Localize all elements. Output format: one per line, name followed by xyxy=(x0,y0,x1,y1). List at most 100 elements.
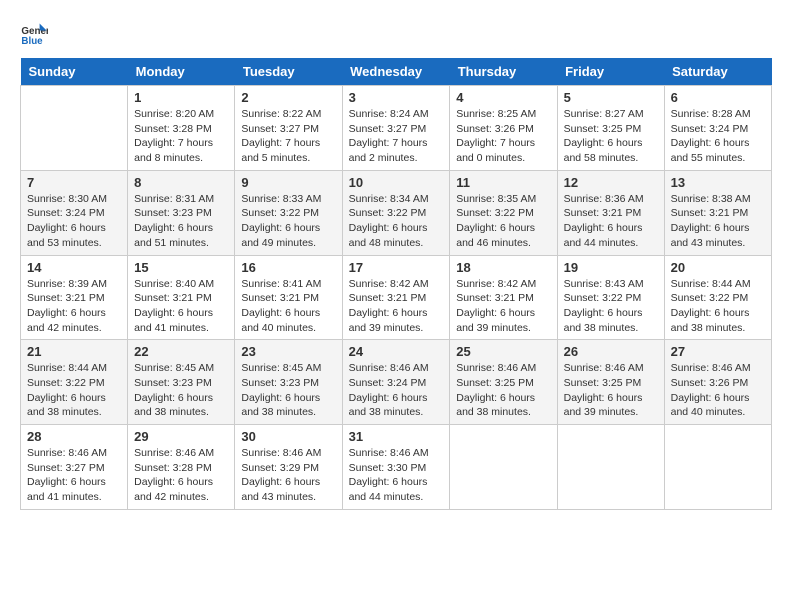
column-header-tuesday: Tuesday xyxy=(235,58,342,86)
day-info: Sunrise: 8:46 AMSunset: 3:25 PMDaylight:… xyxy=(456,361,550,420)
day-number: 12 xyxy=(564,175,658,190)
column-header-saturday: Saturday xyxy=(664,58,771,86)
day-info: Sunrise: 8:42 AMSunset: 3:21 PMDaylight:… xyxy=(349,277,444,336)
day-number: 25 xyxy=(456,344,550,359)
day-number: 6 xyxy=(671,90,765,105)
day-info: Sunrise: 8:25 AMSunset: 3:26 PMDaylight:… xyxy=(456,107,550,166)
day-info: Sunrise: 8:27 AMSunset: 3:25 PMDaylight:… xyxy=(564,107,658,166)
column-header-monday: Monday xyxy=(128,58,235,86)
day-info: Sunrise: 8:46 AMSunset: 3:27 PMDaylight:… xyxy=(27,446,121,505)
calendar-cell: 18 Sunrise: 8:42 AMSunset: 3:21 PMDayligh… xyxy=(450,255,557,340)
day-info: Sunrise: 8:44 AMSunset: 3:22 PMDaylight:… xyxy=(27,361,121,420)
day-number: 22 xyxy=(134,344,228,359)
day-number: 3 xyxy=(349,90,444,105)
calendar-cell: 16 Sunrise: 8:41 AMSunset: 3:21 PMDayligh… xyxy=(235,255,342,340)
day-info: Sunrise: 8:46 AMSunset: 3:30 PMDaylight:… xyxy=(349,446,444,505)
day-info: Sunrise: 8:24 AMSunset: 3:27 PMDaylight:… xyxy=(349,107,444,166)
calendar-cell: 15 Sunrise: 8:40 AMSunset: 3:21 PMDayligh… xyxy=(128,255,235,340)
column-header-wednesday: Wednesday xyxy=(342,58,450,86)
calendar-cell: 27 Sunrise: 8:46 AMSunset: 3:26 PMDayligh… xyxy=(664,340,771,425)
day-number: 20 xyxy=(671,260,765,275)
day-number: 18 xyxy=(456,260,550,275)
day-info: Sunrise: 8:36 AMSunset: 3:21 PMDaylight:… xyxy=(564,192,658,251)
day-number: 11 xyxy=(456,175,550,190)
calendar-cell: 3 Sunrise: 8:24 AMSunset: 3:27 PMDaylight… xyxy=(342,86,450,171)
day-number: 21 xyxy=(27,344,121,359)
calendar-cell: 28Sunrise: 8:46 AMSunset: 3:27 PMDayligh… xyxy=(21,425,128,510)
day-number: 4 xyxy=(456,90,550,105)
calendar-cell: 2 Sunrise: 8:22 AMSunset: 3:27 PMDaylight… xyxy=(235,86,342,171)
day-info: Sunrise: 8:42 AMSunset: 3:21 PMDaylight:… xyxy=(456,277,550,336)
calendar-cell: 8 Sunrise: 8:31 AMSunset: 3:23 PMDaylight… xyxy=(128,170,235,255)
day-info: Sunrise: 8:33 AMSunset: 3:22 PMDaylight:… xyxy=(241,192,335,251)
calendar-cell: 30Sunrise: 8:46 AMSunset: 3:29 PMDayligh… xyxy=(235,425,342,510)
day-number: 13 xyxy=(671,175,765,190)
calendar-cell: 10 Sunrise: 8:34 AMSunset: 3:22 PMDayligh… xyxy=(342,170,450,255)
column-header-sunday: Sunday xyxy=(21,58,128,86)
calendar-cell: 19Sunrise: 8:43 AMSunset: 3:22 PMDayligh… xyxy=(557,255,664,340)
calendar-cell xyxy=(664,425,771,510)
day-info: Sunrise: 8:46 AMSunset: 3:28 PMDaylight:… xyxy=(134,446,228,505)
day-number: 24 xyxy=(349,344,444,359)
day-info: Sunrise: 8:34 AMSunset: 3:22 PMDaylight:… xyxy=(349,192,444,251)
day-info: Sunrise: 8:46 AMSunset: 3:26 PMDaylight:… xyxy=(671,361,765,420)
calendar-cell: 25 Sunrise: 8:46 AMSunset: 3:25 PMDayligh… xyxy=(450,340,557,425)
day-number: 7 xyxy=(27,175,121,190)
day-number: 2 xyxy=(241,90,335,105)
day-number: 9 xyxy=(241,175,335,190)
week-row-1: 1 Sunrise: 8:20 AMSunset: 3:28 PMDaylight… xyxy=(21,86,772,171)
calendar-cell: 23 Sunrise: 8:45 AMSunset: 3:23 PMDayligh… xyxy=(235,340,342,425)
day-number: 14 xyxy=(27,260,121,275)
day-info: Sunrise: 8:22 AMSunset: 3:27 PMDaylight:… xyxy=(241,107,335,166)
day-info: Sunrise: 8:45 AMSunset: 3:23 PMDaylight:… xyxy=(241,361,335,420)
day-info: Sunrise: 8:31 AMSunset: 3:23 PMDaylight:… xyxy=(134,192,228,251)
calendar-cell: 22Sunrise: 8:45 AMSunset: 3:23 PMDayligh… xyxy=(128,340,235,425)
week-row-2: 7Sunrise: 8:30 AMSunset: 3:24 PMDaylight… xyxy=(21,170,772,255)
day-number: 16 xyxy=(241,260,335,275)
day-info: Sunrise: 8:20 AMSunset: 3:28 PMDaylight:… xyxy=(134,107,228,166)
logo: General Blue xyxy=(20,20,52,48)
day-number: 8 xyxy=(134,175,228,190)
day-info: Sunrise: 8:40 AMSunset: 3:21 PMDaylight:… xyxy=(134,277,228,336)
day-number: 10 xyxy=(349,175,444,190)
day-info: Sunrise: 8:28 AMSunset: 3:24 PMDaylight:… xyxy=(671,107,765,166)
calendar-cell: 13Sunrise: 8:38 AMSunset: 3:21 PMDayligh… xyxy=(664,170,771,255)
week-row-3: 14 Sunrise: 8:39 AMSunset: 3:21 PMDayligh… xyxy=(21,255,772,340)
calendar-cell: 17 Sunrise: 8:42 AMSunset: 3:21 PMDayligh… xyxy=(342,255,450,340)
calendar-cell: 14 Sunrise: 8:39 AMSunset: 3:21 PMDayligh… xyxy=(21,255,128,340)
calendar-cell: 29 Sunrise: 8:46 AMSunset: 3:28 PMDayligh… xyxy=(128,425,235,510)
day-info: Sunrise: 8:44 AMSunset: 3:22 PMDaylight:… xyxy=(671,277,765,336)
calendar-cell: 31 Sunrise: 8:46 AMSunset: 3:30 PMDayligh… xyxy=(342,425,450,510)
calendar-cell: 1 Sunrise: 8:20 AMSunset: 3:28 PMDaylight… xyxy=(128,86,235,171)
day-number: 15 xyxy=(134,260,228,275)
calendar-cell: 21 Sunrise: 8:44 AMSunset: 3:22 PMDayligh… xyxy=(21,340,128,425)
day-number: 27 xyxy=(671,344,765,359)
week-row-4: 21 Sunrise: 8:44 AMSunset: 3:22 PMDayligh… xyxy=(21,340,772,425)
calendar-cell: 20 Sunrise: 8:44 AMSunset: 3:22 PMDayligh… xyxy=(664,255,771,340)
day-number: 26 xyxy=(564,344,658,359)
calendar-cell xyxy=(450,425,557,510)
logo-icon: General Blue xyxy=(20,20,48,48)
calendar-cell: 12 Sunrise: 8:36 AMSunset: 3:21 PMDayligh… xyxy=(557,170,664,255)
day-info: Sunrise: 8:39 AMSunset: 3:21 PMDaylight:… xyxy=(27,277,121,336)
day-number: 31 xyxy=(349,429,444,444)
day-number: 17 xyxy=(349,260,444,275)
column-header-friday: Friday xyxy=(557,58,664,86)
day-info: Sunrise: 8:46 AMSunset: 3:24 PMDaylight:… xyxy=(349,361,444,420)
calendar-table: SundayMondayTuesdayWednesdayThursdayFrid… xyxy=(20,58,772,510)
day-number: 1 xyxy=(134,90,228,105)
calendar-cell: 6 Sunrise: 8:28 AMSunset: 3:24 PMDaylight… xyxy=(664,86,771,171)
day-number: 23 xyxy=(241,344,335,359)
calendar-cell: 5 Sunrise: 8:27 AMSunset: 3:25 PMDaylight… xyxy=(557,86,664,171)
day-number: 5 xyxy=(564,90,658,105)
column-header-thursday: Thursday xyxy=(450,58,557,86)
calendar-cell: 4 Sunrise: 8:25 AMSunset: 3:26 PMDaylight… xyxy=(450,86,557,171)
day-info: Sunrise: 8:35 AMSunset: 3:22 PMDaylight:… xyxy=(456,192,550,251)
calendar-cell: 7Sunrise: 8:30 AMSunset: 3:24 PMDaylight… xyxy=(21,170,128,255)
calendar-cell: 9 Sunrise: 8:33 AMSunset: 3:22 PMDaylight… xyxy=(235,170,342,255)
day-info: Sunrise: 8:41 AMSunset: 3:21 PMDaylight:… xyxy=(241,277,335,336)
day-number: 29 xyxy=(134,429,228,444)
calendar-cell xyxy=(21,86,128,171)
day-info: Sunrise: 8:46 AMSunset: 3:25 PMDaylight:… xyxy=(564,361,658,420)
calendar-cell xyxy=(557,425,664,510)
